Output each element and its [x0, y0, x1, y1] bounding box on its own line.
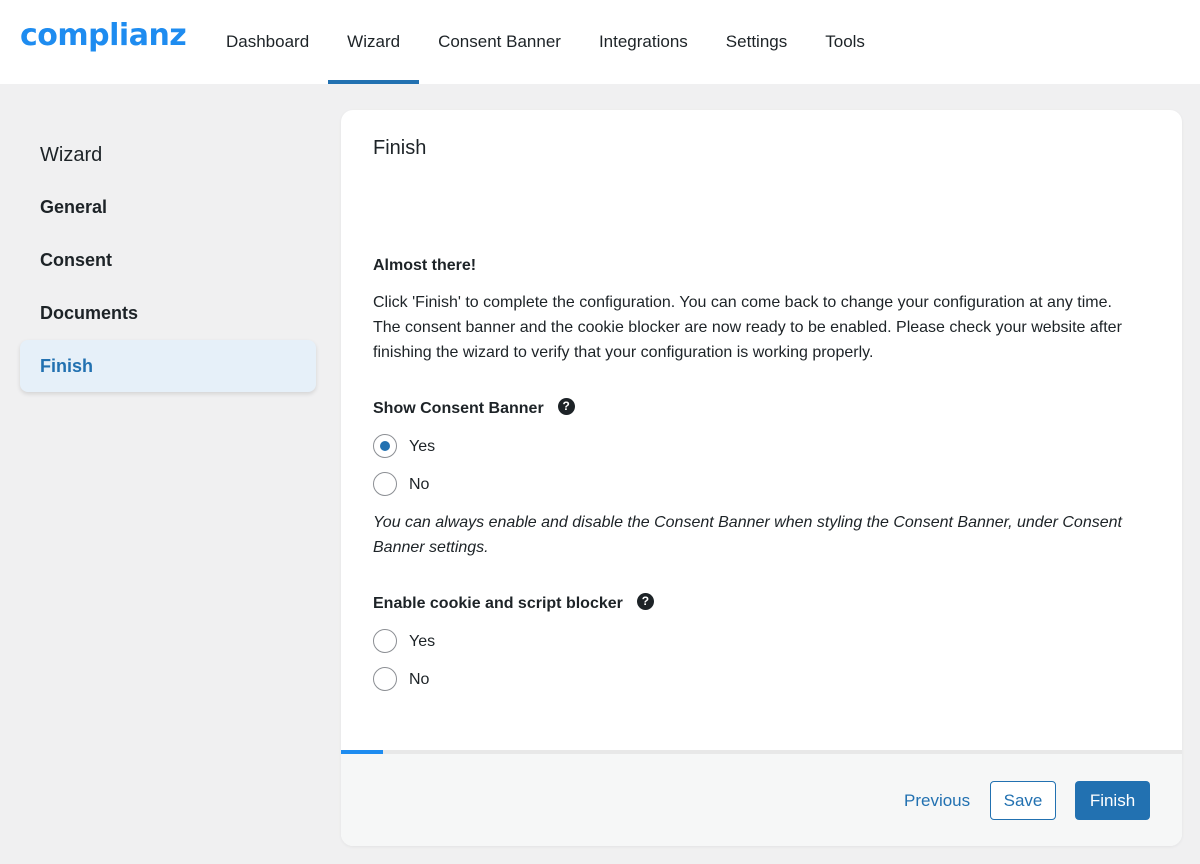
nav-wizard[interactable]: Wizard: [328, 0, 419, 84]
sidebar-item-consent[interactable]: Consent: [20, 234, 316, 286]
field-label-text: Enable cookie and script blocker: [373, 595, 623, 612]
consent-banner-note: You can always enable and disable the Co…: [373, 514, 1122, 556]
nav-consent-banner[interactable]: Consent Banner: [419, 0, 580, 84]
radio-label: No: [409, 475, 430, 493]
previous-button[interactable]: Previous: [904, 791, 970, 811]
cookie-blocker-no-option[interactable]: No: [373, 660, 1158, 698]
radio-button-checked[interactable]: [373, 434, 397, 458]
main-nav: Dashboard Wizard Consent Banner Integrat…: [207, 0, 884, 84]
top-header: complianz Dashboard Wizard Consent Banne…: [0, 0, 1200, 84]
radio-label: Yes: [409, 632, 436, 650]
field-label-text: Show Consent Banner: [373, 400, 544, 417]
sidebar-item-documents[interactable]: Documents: [20, 287, 316, 339]
show-banner-yes-option[interactable]: Yes: [373, 427, 1158, 465]
nav-settings[interactable]: Settings: [707, 0, 806, 84]
radio-button[interactable]: [373, 629, 397, 653]
intro-text-1: Click 'Finish' to complete the configura…: [373, 294, 1112, 311]
sidebar-item-finish[interactable]: Finish: [20, 340, 316, 392]
card-title: Finish: [373, 137, 427, 159]
complianz-logo[interactable]: complianz: [20, 18, 187, 53]
nav-dashboard[interactable]: Dashboard: [207, 0, 328, 84]
cookie-blocker-yes-option[interactable]: Yes: [373, 622, 1158, 660]
show-banner-no-option[interactable]: No: [373, 465, 1158, 503]
show-consent-banner-label: Show Consent Banner ?: [373, 396, 1158, 421]
finish-card: Finish Almost there! Click 'Finish' to c…: [341, 110, 1182, 846]
finish-content: Almost there! Click 'Finish' to complete…: [373, 253, 1158, 698]
nav-tools[interactable]: Tools: [806, 0, 884, 84]
intro-title: Almost there!: [373, 257, 477, 274]
finish-button[interactable]: Finish: [1075, 781, 1150, 820]
radio-button[interactable]: [373, 472, 397, 496]
sidebar-title: Wizard: [40, 144, 103, 166]
intro-text-2: The consent banner and the cookie blocke…: [373, 319, 1122, 361]
save-button[interactable]: Save: [990, 781, 1056, 820]
card-footer: Previous Save Finish: [341, 754, 1182, 846]
wizard-sidebar: Wizard General Consent Documents Finish: [20, 130, 316, 392]
radio-label: Yes: [409, 437, 436, 455]
sidebar-item-general[interactable]: General: [20, 181, 316, 233]
help-icon[interactable]: ?: [636, 593, 654, 610]
help-icon[interactable]: ?: [557, 398, 575, 415]
nav-integrations[interactable]: Integrations: [580, 0, 707, 84]
cookie-blocker-label: Enable cookie and script blocker ?: [373, 591, 1158, 616]
radio-button[interactable]: [373, 667, 397, 691]
radio-label: No: [409, 670, 430, 688]
